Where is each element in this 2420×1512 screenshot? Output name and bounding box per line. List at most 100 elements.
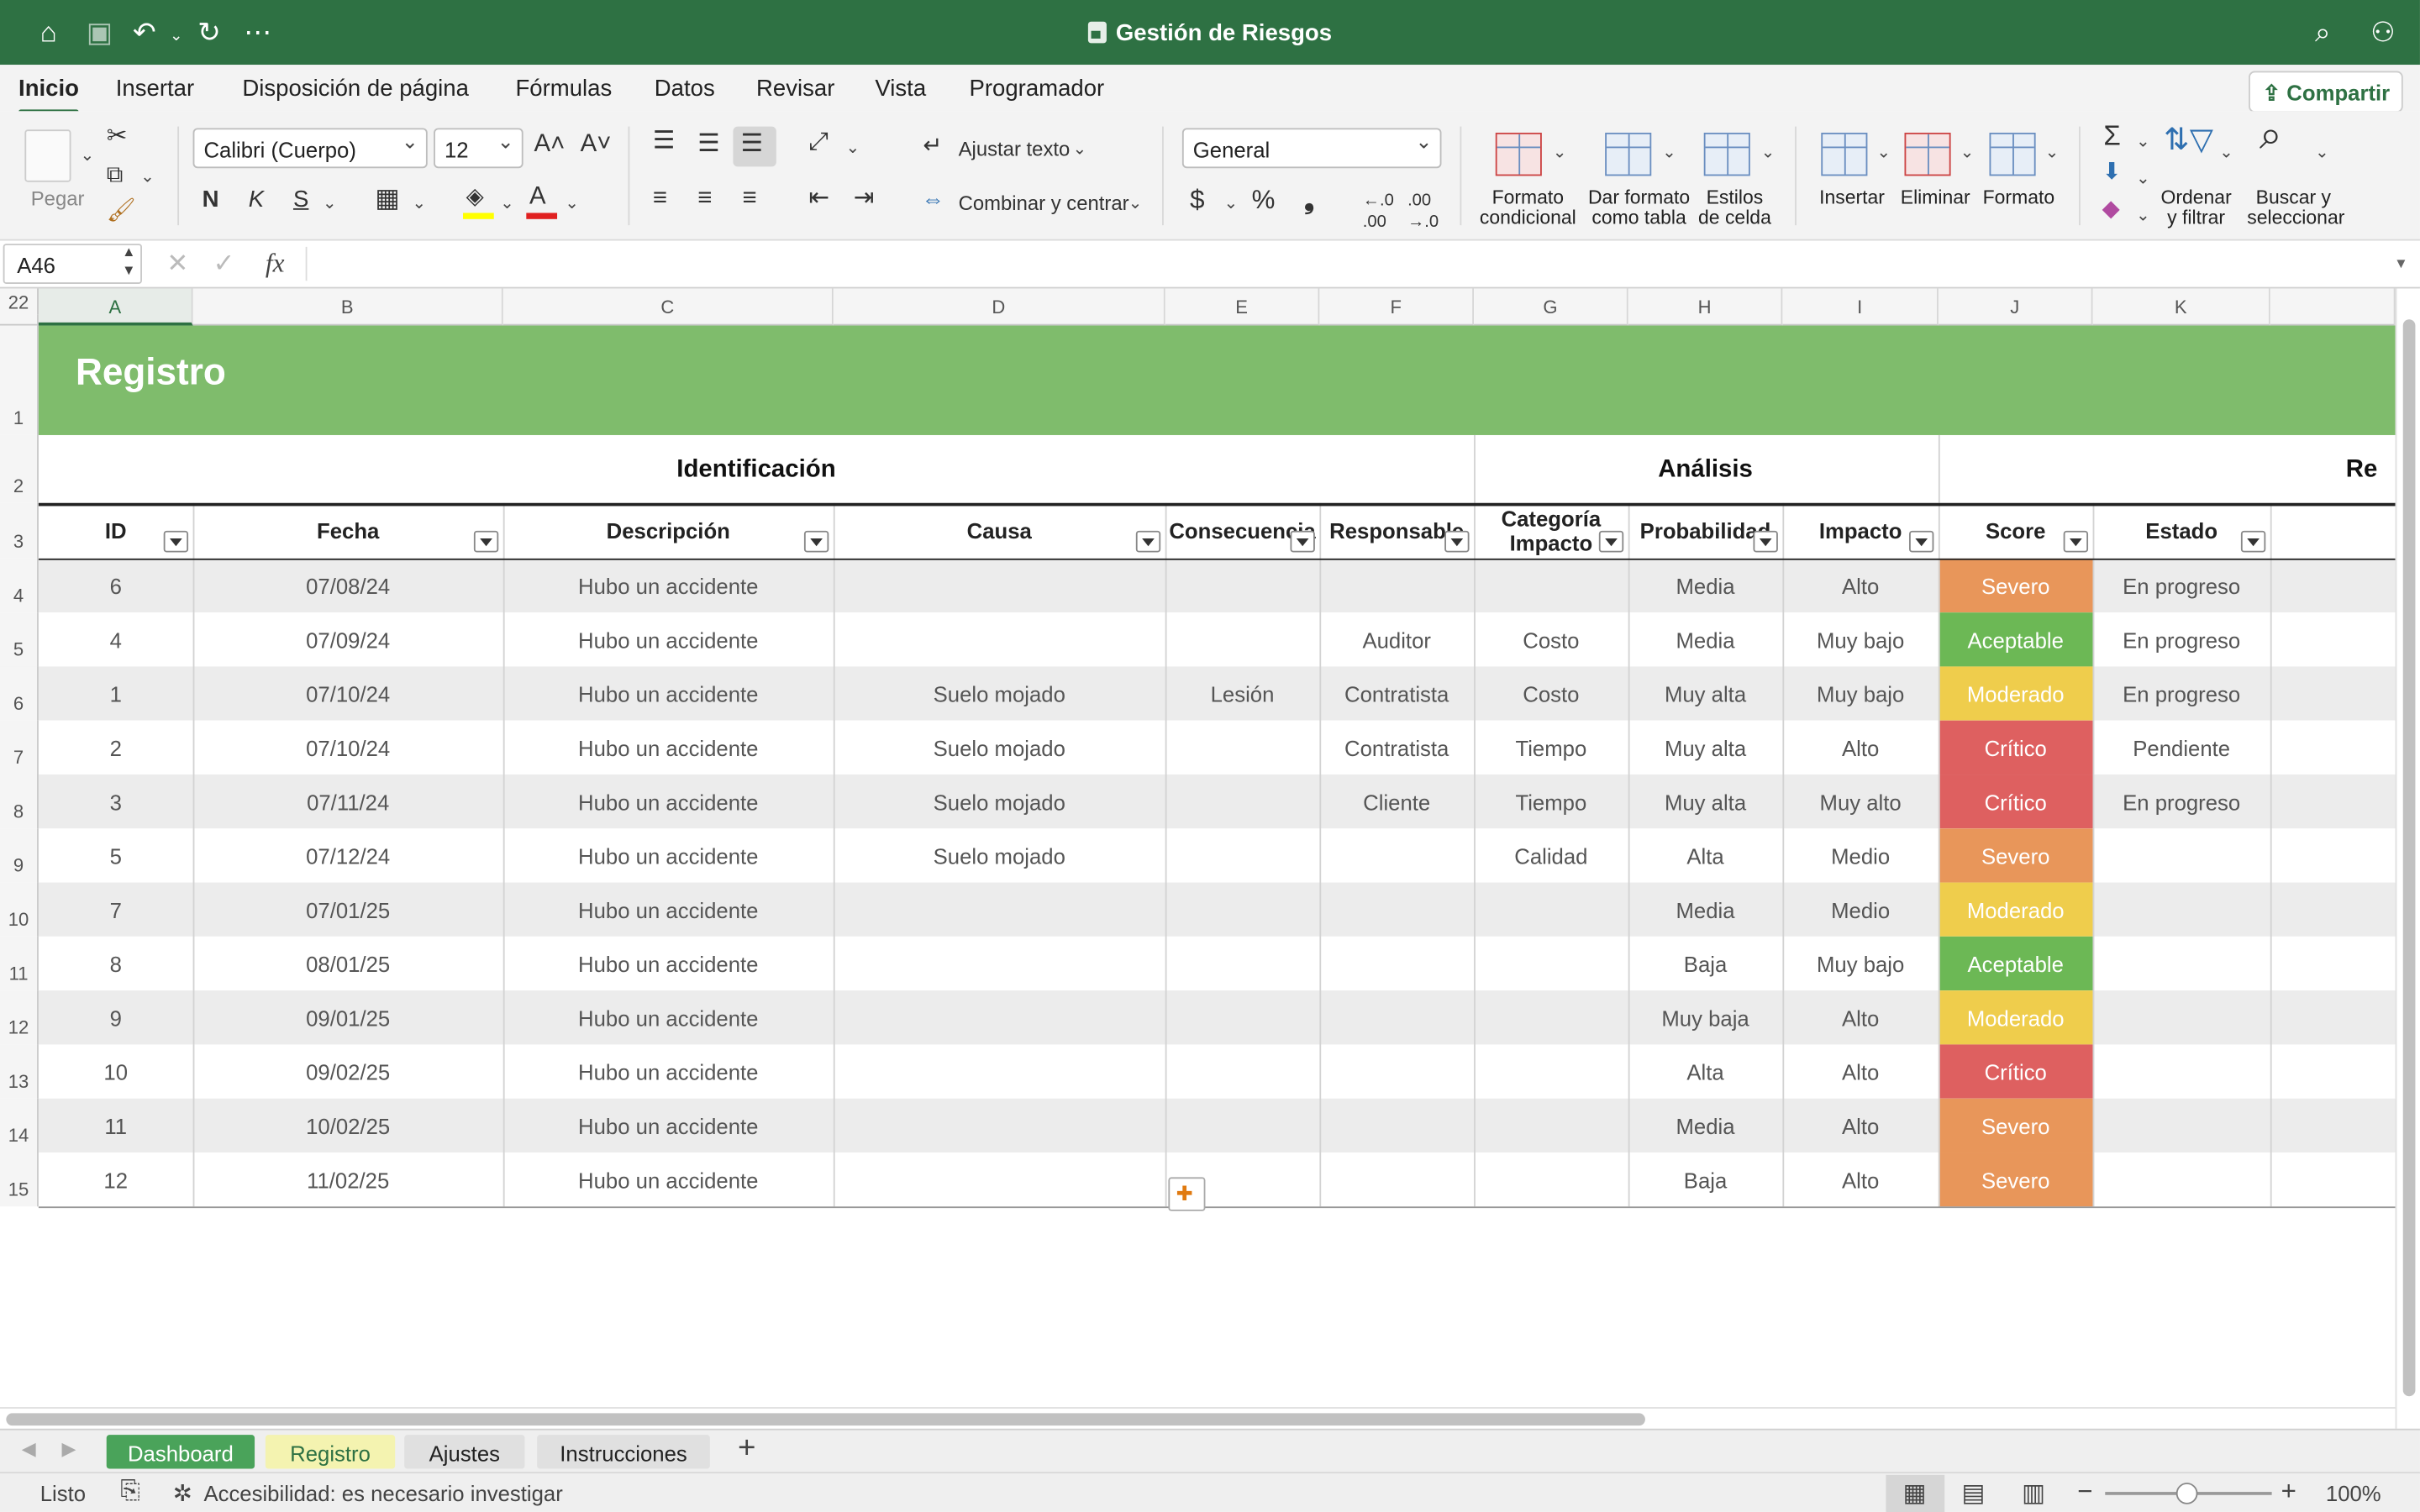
align-bottom-button[interactable]: ☰ [733,126,776,167]
cell-score[interactable]: Aceptable [1938,936,2093,991]
cell-cat[interactable]: Costo [1474,666,1628,720]
cell-causa[interactable] [834,937,1165,990]
table-row[interactable]: 8 08/01/25 Hubo un accidente Baja Muy bajo Ac… [38,936,2396,991]
conditional-format-dropdown-icon[interactable]: ⌄ [1553,142,1567,162]
borders-icon[interactable]: ▦ [375,185,400,211]
cell-id[interactable]: 1 [39,666,193,720]
zoom-level[interactable]: 100% [2326,1481,2381,1505]
sort-filter-dropdown-icon[interactable]: ⌄ [2219,142,2233,162]
sort-filter-icon[interactable]: ⇅▽ [2164,125,2213,156]
cell-id[interactable]: 12 [39,1152,193,1206]
column-header-j[interactable]: J [1938,288,2093,326]
cell-desc[interactable]: Hubo un accidente [503,559,834,612]
cell-id[interactable]: 7 [39,883,193,937]
row-header-6[interactable]: 6 [0,666,39,721]
cell-id[interactable]: 11 [39,1099,193,1152]
filter-dropdown-icon[interactable] [1135,530,1161,553]
cell-id[interactable]: 6 [39,559,193,612]
cell-prob[interactable]: Baja [1628,937,1783,990]
cell-fecha[interactable]: 07/08/24 [193,559,503,612]
vertical-scroll-thumb[interactable] [2402,319,2416,1397]
cell-prob[interactable]: Media [1628,559,1783,612]
horizontal-scroll-thumb[interactable] [6,1413,1645,1426]
cell-score[interactable]: Aceptable [1938,612,2093,667]
cell-desc[interactable]: Hubo un accidente [503,990,834,1044]
tab-formulas[interactable]: Fórmulas [515,76,612,102]
filter-dropdown-icon[interactable] [2063,530,2089,553]
cell-imp[interactable]: Alto [1782,721,1939,774]
column-header-h[interactable]: H [1628,288,1783,326]
bold-button[interactable]: N [203,188,219,212]
cell-score[interactable]: Crítico [1938,720,2093,775]
column-header-g[interactable]: G [1474,288,1628,326]
align-center-icon[interactable]: ≡ [697,186,712,210]
cell-desc[interactable]: Hubo un accidente [503,1099,834,1152]
fill-down-dropdown-icon[interactable]: ⌄ [2136,168,2150,188]
orientation-dropdown-icon[interactable]: ⌄ [846,137,860,157]
macro-record-icon[interactable]: ⎘ [120,1478,140,1506]
row-header-1[interactable]: 1 [0,325,39,435]
cell-estado[interactable] [2093,883,2270,937]
share-button[interactable]: ⇪ Compartir [2249,71,2403,113]
cell-score[interactable]: Severo [1938,828,2093,883]
cell-cat[interactable] [1474,559,1628,612]
tab-disposicion[interactable]: Disposición de página [242,76,469,102]
conditional-format-icon[interactable] [1495,132,1542,176]
cell-prob[interactable]: Muy alta [1628,774,1783,828]
borders-dropdown-icon[interactable]: ⌄ [412,193,426,213]
format-as-table-icon[interactable] [1605,132,1652,176]
share-people-icon[interactable]: ⚇ [2370,17,2396,48]
cell-cons[interactable] [1165,721,1320,774]
align-left-icon[interactable]: ≡ [653,186,667,210]
cell-resp[interactable] [1319,1044,1474,1098]
cell-fecha[interactable]: 08/01/25 [193,937,503,990]
filter-dropdown-icon[interactable] [2240,530,2266,553]
cell-score[interactable]: Crítico [1938,774,2093,829]
filter-dropdown-icon[interactable] [1753,530,1778,553]
cell-estado[interactable] [2093,1099,2270,1152]
filter-dropdown-icon[interactable] [163,530,189,553]
cell-score[interactable]: Severo [1938,558,2093,613]
cell-prob[interactable]: Muy baja [1628,990,1783,1044]
tab-revisar[interactable]: Revisar [756,76,834,102]
insert-button[interactable]: Insertar [1809,187,1896,208]
accessibility-status[interactable]: Accesibilidad: es necesario investigar [203,1481,562,1505]
column-header-f[interactable]: F [1319,288,1475,326]
cell-fecha[interactable]: 07/09/24 [193,612,503,666]
sheet-tab-instrucciones[interactable]: Instrucciones [537,1435,710,1469]
table-row[interactable]: 9 09/01/25 Hubo un accidente Muy baja Alto Mo… [38,990,2396,1045]
align-right-icon[interactable]: ≡ [742,186,756,210]
cell-cons[interactable] [1165,774,1320,828]
cell-prob[interactable]: Alta [1628,828,1783,882]
sheet-tab-registro[interactable]: Registro [265,1435,396,1469]
cell-id[interactable]: 3 [39,774,193,828]
cell-id[interactable]: 4 [39,612,193,666]
table-row[interactable]: 12 11/02/25 Hubo un accidente Baja Alto Sever… [38,1152,2396,1207]
cell-resp[interactable] [1319,1099,1474,1152]
cell-estado[interactable] [2093,937,2270,990]
clear-icon[interactable]: ◆ [2102,197,2120,221]
increase-font-icon[interactable]: A˄ [534,132,565,156]
cell-score[interactable]: Moderado [1938,990,2093,1045]
cell-desc[interactable]: Hubo un accidente [503,937,834,990]
cell-cat[interactable]: Calidad [1474,828,1628,882]
cell-cons[interactable] [1165,1099,1320,1152]
cell-cat[interactable] [1474,990,1628,1044]
column-header-c[interactable]: C [502,288,834,326]
sheet-tab-dashboard[interactable]: Dashboard [106,1435,255,1469]
insert-function-button[interactable]: fx [266,249,285,280]
cell-cons[interactable] [1165,937,1320,990]
cell-resp[interactable] [1319,883,1474,937]
tab-programador[interactable]: Programador [969,76,1104,102]
find-select-button[interactable]: Buscar y seleccionar [2247,187,2344,228]
format-button[interactable]: Formato [1975,187,2062,208]
cell-resp[interactable] [1319,990,1474,1044]
delete-button[interactable]: Eliminar [1892,187,1979,208]
cell-id[interactable]: 2 [39,721,193,774]
format-cells-icon[interactable] [1989,132,2036,176]
cell-causa[interactable] [834,612,1165,666]
fill-dropdown-icon[interactable]: ⌄ [500,193,514,213]
cell-desc[interactable]: Hubo un accidente [503,774,834,828]
row-header-11[interactable]: 11 [0,936,39,991]
row-header-3[interactable]: 3 [0,502,39,559]
